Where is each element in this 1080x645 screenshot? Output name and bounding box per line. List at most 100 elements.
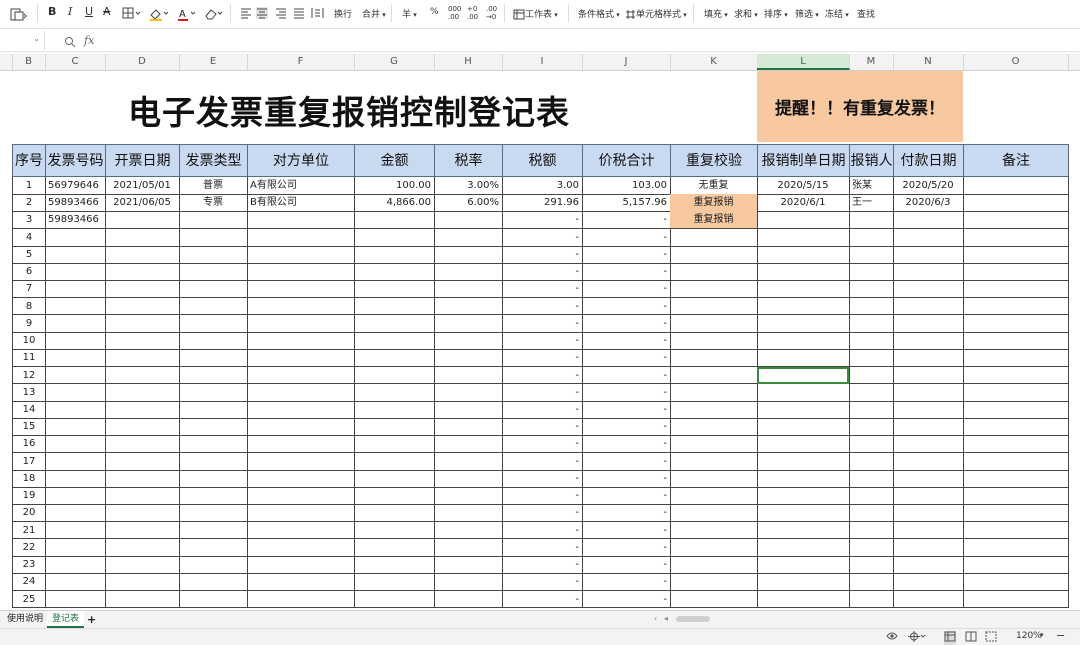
cell-claimant[interactable] (849, 590, 894, 609)
cell-invoice-type[interactable] (179, 418, 248, 437)
header-tax-amount[interactable]: 税额 (502, 144, 583, 177)
cell-tax-amount[interactable]: - (502, 538, 583, 557)
cell-counterparty[interactable] (247, 418, 355, 437)
cell-total[interactable]: - (582, 521, 671, 540)
header-issue-date[interactable]: 开票日期 (105, 144, 180, 177)
cell-claim-date[interactable] (757, 332, 850, 350)
cell-seq[interactable]: 11 (12, 349, 46, 368)
cell-tax-rate[interactable] (434, 487, 503, 505)
cell-amount[interactable] (354, 332, 435, 350)
cell-invoice-no[interactable] (45, 383, 106, 402)
cell-tax-amount[interactable]: - (502, 590, 583, 609)
cell-pay-date[interactable] (893, 573, 964, 592)
cell-pay-date[interactable] (893, 263, 964, 281)
cell-issue-date[interactable] (105, 590, 180, 609)
cell-invoice-type[interactable] (179, 435, 248, 454)
column-header-h[interactable]: H (434, 54, 503, 70)
cell-claim-date[interactable] (757, 211, 850, 230)
cell-pay-date[interactable] (893, 366, 964, 385)
header-pay-date[interactable]: 付款日期 (893, 144, 964, 177)
cell-remark[interactable] (963, 314, 1069, 333)
cell-claimant[interactable] (849, 332, 894, 350)
name-box[interactable]: ⌄ (0, 31, 45, 50)
header-total[interactable]: 价税合计 (582, 144, 671, 177)
cell-seq[interactable]: 4 (12, 228, 46, 247)
cell-seq[interactable]: 15 (12, 418, 46, 437)
worksheet-button[interactable]: 工作表 ▾ (513, 7, 558, 20)
currency-button[interactable]: 羊 ▾ (402, 7, 417, 20)
cell-issue-date[interactable] (105, 435, 180, 454)
cell-dup-check[interactable] (670, 297, 758, 316)
cell-total[interactable]: - (582, 349, 671, 368)
header-tax-rate[interactable]: 税率 (434, 144, 503, 177)
cell-remark[interactable] (963, 383, 1069, 402)
cell-remark[interactable] (963, 263, 1069, 281)
cell-invoice-no[interactable] (45, 556, 106, 574)
cell-seq[interactable]: 7 (12, 280, 46, 299)
cell-seq[interactable]: 24 (12, 573, 46, 592)
cell-amount[interactable] (354, 297, 435, 316)
cell-tax-amount[interactable]: - (502, 504, 583, 523)
cell-amount[interactable] (354, 314, 435, 333)
cell-tax-amount[interactable]: - (502, 452, 583, 471)
cell-claim-date[interactable] (757, 263, 850, 281)
cell-amount[interactable] (354, 228, 435, 247)
tab-register[interactable]: 登记表 (47, 611, 85, 628)
distribute-icon[interactable] (311, 7, 324, 19)
cell-counterparty[interactable] (247, 228, 355, 247)
cell-pay-date[interactable] (893, 590, 964, 609)
cell-issue-date[interactable]: 2021/05/01 (105, 177, 180, 195)
cell-tax-amount[interactable]: - (502, 400, 583, 419)
cell-tax-rate[interactable] (434, 418, 503, 437)
cell-claim-date[interactable] (757, 590, 850, 609)
cell-remark[interactable] (963, 332, 1069, 350)
cell-tax-rate[interactable] (434, 263, 503, 281)
cell-total[interactable]: - (582, 263, 671, 281)
cell-remark[interactable] (963, 573, 1069, 592)
sort-button[interactable]: 排序 ▾ (764, 7, 788, 20)
freeze-button[interactable]: 冻结 ▾ (825, 7, 849, 20)
cell-dup-check[interactable] (670, 590, 758, 609)
cell-total[interactable]: - (582, 332, 671, 350)
cell-tax-rate[interactable] (434, 452, 503, 471)
cell-tax-amount[interactable]: 3.00 (502, 177, 583, 195)
cell-tax-amount[interactable]: - (502, 245, 583, 264)
cell-invoice-type[interactable] (179, 211, 248, 230)
cell-claim-date[interactable]: 2020/5/15 (757, 177, 850, 195)
merge-button[interactable]: 合并 ▾ (362, 7, 386, 20)
column-header-b[interactable]: B (12, 54, 46, 70)
cell-claimant[interactable] (849, 538, 894, 557)
cell-invoice-no[interactable] (45, 469, 106, 488)
cell-dup-check[interactable] (670, 263, 758, 281)
cell-invoice-type[interactable] (179, 400, 248, 419)
cell-tax-amount[interactable]: - (502, 418, 583, 437)
cell-invoice-type[interactable] (179, 487, 248, 505)
cell-seq[interactable]: 3 (12, 211, 46, 230)
cell-amount[interactable] (354, 245, 435, 264)
header-remark[interactable]: 备注 (963, 144, 1069, 177)
cell-claimant[interactable] (849, 245, 894, 264)
cell-claimant[interactable]: 王一 (849, 194, 894, 213)
cell-dup-check[interactable] (670, 469, 758, 488)
cell-tax-amount[interactable]: - (502, 366, 583, 385)
cell-invoice-no[interactable] (45, 435, 106, 454)
cell-amount[interactable] (354, 573, 435, 592)
cell-counterparty[interactable] (247, 280, 355, 299)
cell-dup-check[interactable] (670, 452, 758, 471)
cell-remark[interactable] (963, 469, 1069, 488)
cell-issue-date[interactable] (105, 504, 180, 523)
column-header-k[interactable]: K (670, 54, 758, 70)
cell-seq[interactable]: 9 (12, 314, 46, 333)
cell-claimant[interactable] (849, 452, 894, 471)
cell-issue-date[interactable] (105, 297, 180, 316)
cell-issue-date[interactable] (105, 556, 180, 574)
cell-dup-check[interactable] (670, 280, 758, 299)
cell-invoice-no[interactable] (45, 366, 106, 385)
find-button[interactable]: 查找 (857, 7, 875, 20)
cell-remark[interactable] (963, 556, 1069, 574)
cell-amount[interactable] (354, 366, 435, 385)
cell-issue-date[interactable] (105, 228, 180, 247)
cell-seq[interactable]: 6 (12, 263, 46, 281)
cell-issue-date[interactable] (105, 538, 180, 557)
column-header-n[interactable]: N (893, 54, 964, 70)
